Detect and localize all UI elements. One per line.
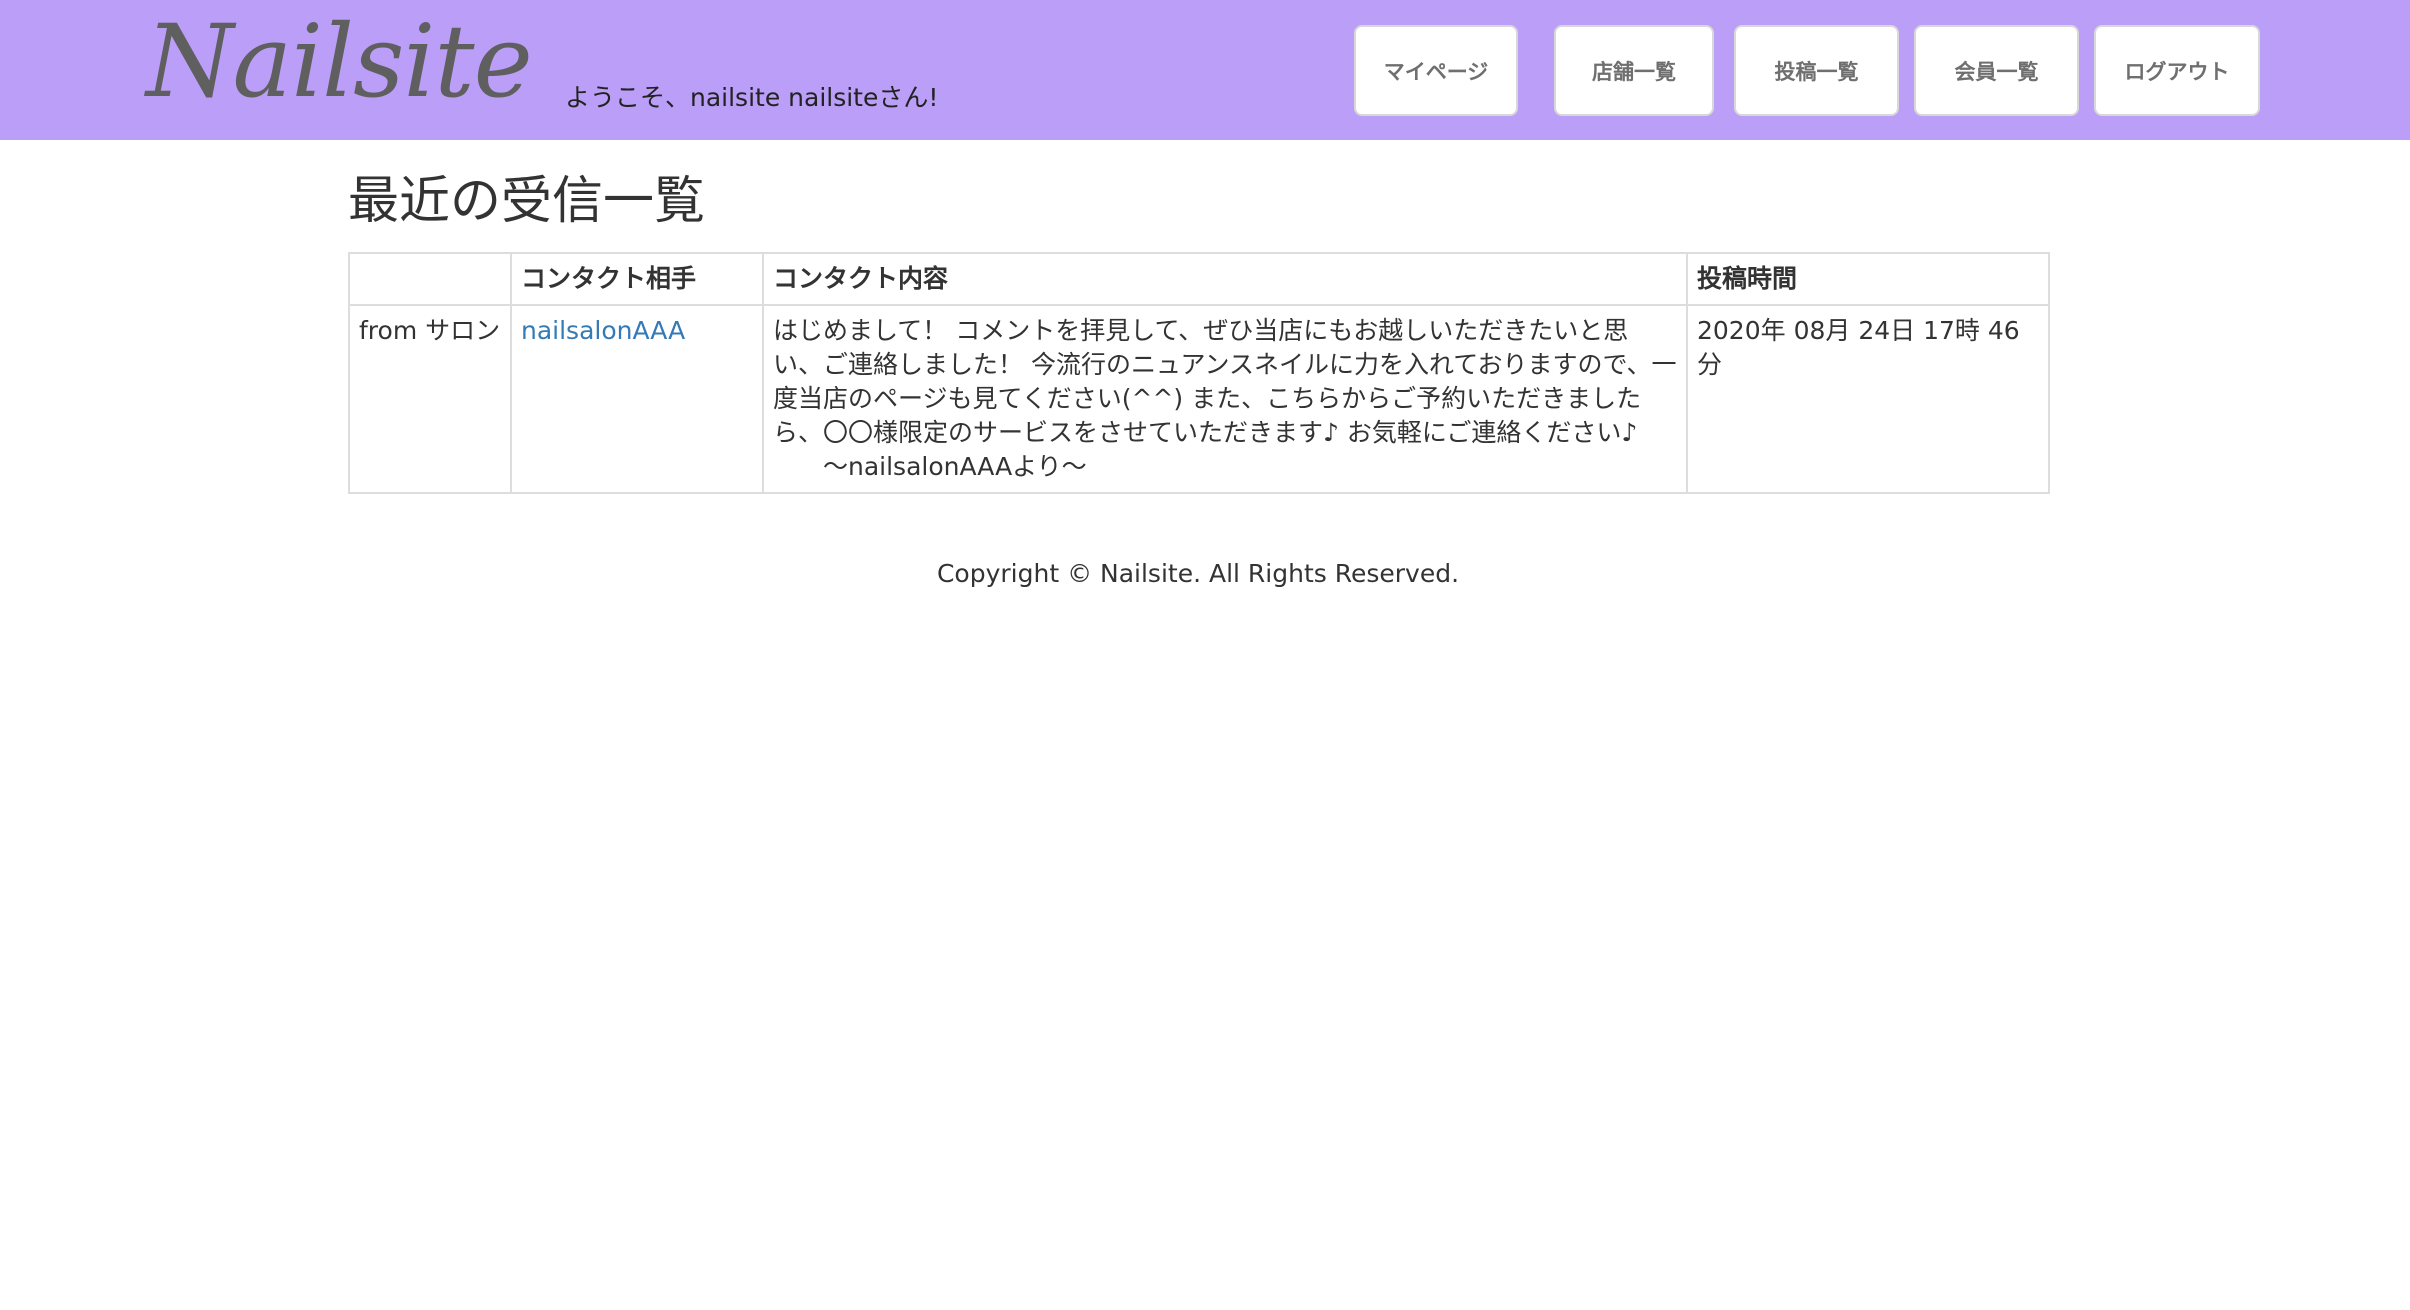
- column-header-partner: コンタクト相手: [510, 252, 764, 306]
- column-header-direction: [348, 252, 512, 306]
- site-header: Nailsite ようこそ、nailsite nailsiteさん! マイページ…: [0, 0, 2410, 140]
- welcome-message: ようこそ、nailsite nailsiteさん!: [565, 83, 939, 112]
- nav-members-button[interactable]: 会員一覧: [1914, 25, 2079, 116]
- nav-shops-button[interactable]: 店舗一覧: [1554, 25, 1714, 116]
- received-messages-table: コンタクト相手 コンタクト内容 投稿時間 from サロン nailsalonA…: [348, 252, 2050, 494]
- cell-partner: nailsalonAAA: [510, 304, 764, 494]
- page-title: 最近の受信一覧: [348, 172, 706, 231]
- table-row: from サロン nailsalonAAA はじめまして！ コメントを拝見して、…: [348, 304, 2050, 494]
- column-header-content: コンタクト内容: [762, 252, 1688, 306]
- site-logo[interactable]: Nailsite: [146, 2, 533, 122]
- table-header-row: コンタクト相手 コンタクト内容 投稿時間: [348, 252, 2050, 306]
- cell-direction: from サロン: [348, 304, 512, 494]
- nav-logout-button[interactable]: ログアウト: [2094, 25, 2260, 116]
- cell-time: 2020年 08月 24日 17時 46分: [1686, 304, 2050, 494]
- cell-content: はじめまして！ コメントを拝見して、ぜひ当店にもお越しいただきたいと思い、ご連絡…: [762, 304, 1688, 494]
- footer-copyright: Copyright © Nailsite. All Rights Reserve…: [936, 559, 1460, 588]
- column-header-time: 投稿時間: [1686, 252, 2050, 306]
- partner-link[interactable]: nailsalonAAA: [521, 316, 685, 345]
- nav-posts-button[interactable]: 投稿一覧: [1734, 25, 1899, 116]
- nav-mypage-button[interactable]: マイページ: [1354, 25, 1518, 116]
